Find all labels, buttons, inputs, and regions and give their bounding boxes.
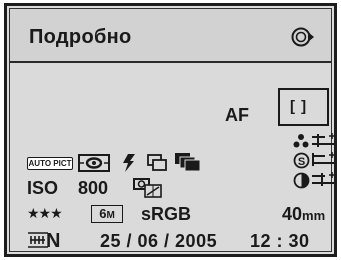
noise-reduction-label: N [46,230,61,252]
white-balance-icon [133,178,163,203]
quality-stars: ★★★ [27,205,63,221]
af-frame-bracket: [ ] [290,98,308,115]
header-bar: Подробно [10,9,331,61]
af-frame: [ ] [278,88,329,126]
sharpness-icon [293,133,309,154]
image-size-unit: M [106,210,115,221]
contrast-icon [293,172,310,194]
multi-segment-metering-icon [78,154,110,177]
header-divider [10,61,331,63]
iso-label: ISO [27,178,59,198]
bracket-icon [174,152,202,177]
picture-mode-badge: AUTO PICT [27,157,73,170]
color-space-label: sRGB [141,204,192,224]
page-title: Подробно [29,26,132,48]
svg-text:S: S [298,156,305,168]
flash-icon [122,154,136,177]
image-size-badge: 6M [91,205,123,223]
af-mode-label: AF [225,105,249,125]
detail-panel: Подробно AF [ ] S AUTO PICT ISO 800 ★★★ … [9,8,335,252]
shot-time: 12 : 30 [250,231,310,251]
playback-nav-icon[interactable] [290,26,316,53]
focal-length: 40mm [282,204,325,225]
shot-date: 25 / 06 / 2005 [100,231,218,251]
detail-screen: Подробно AF [ ] S AUTO PICT ISO 800 ★★★ … [4,3,337,257]
iso-value: 800 [78,178,109,198]
focal-length-value: 40 [282,204,303,224]
continuous-shooting-icon [147,154,169,177]
contrast-scale-icon [311,171,337,194]
focal-length-unit: mm [302,208,326,223]
saturation-icon: S [293,152,310,174]
